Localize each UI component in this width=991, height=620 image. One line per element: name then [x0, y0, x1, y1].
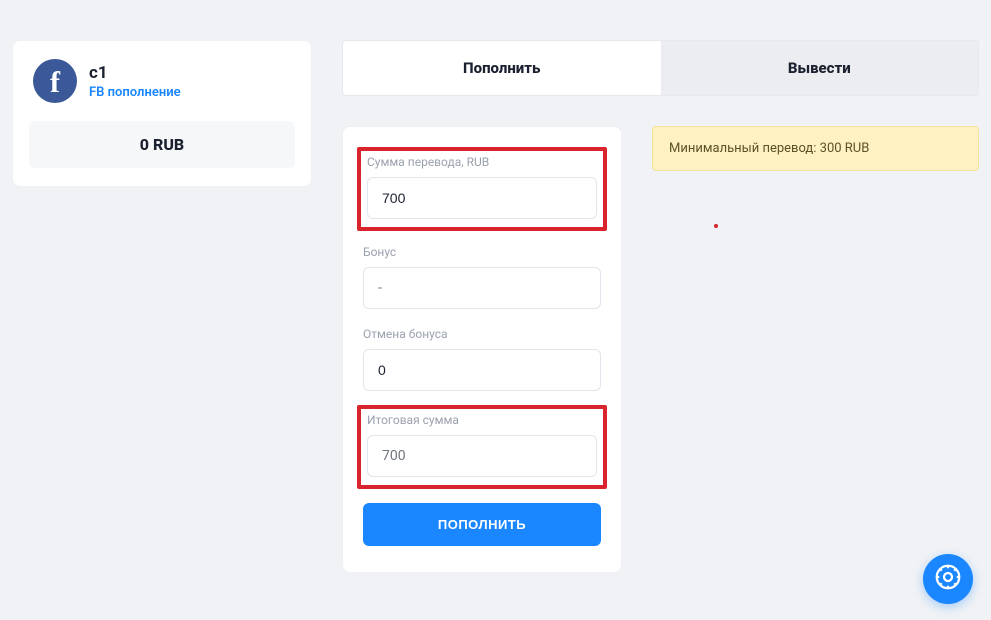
right-column: Минимальный перевод: 300 RUB: [652, 126, 979, 573]
facebook-icon: f: [33, 59, 77, 103]
account-titles: c1 FB пополнение: [89, 63, 181, 100]
total-label: Итоговая сумма: [367, 413, 597, 427]
account-header: f c1 FB пополнение: [29, 59, 295, 103]
facebook-icon-glyph: f: [50, 66, 60, 100]
account-card: f c1 FB пополнение 0 RUB: [12, 40, 312, 187]
amount-field-group: Сумма перевода, RUB: [367, 155, 597, 219]
bonus-cancel-label: Отмена бонуса: [363, 327, 601, 341]
content-row: Сумма перевода, RUB Бонус - Отмена бонус…: [342, 126, 979, 573]
deposit-form: Сумма перевода, RUB Бонус - Отмена бонус…: [342, 126, 622, 573]
bonus-field-group: Бонус -: [363, 245, 601, 309]
bonus-value: -: [363, 267, 601, 309]
tabs: Пополнить Вывести: [342, 40, 979, 96]
tab-deposit[interactable]: Пополнить: [343, 41, 661, 95]
account-subtitle: FB пополнение: [89, 85, 181, 100]
bonus-label: Бонус: [363, 245, 601, 259]
tab-withdraw[interactable]: Вывести: [661, 41, 979, 95]
total-field-group: Итоговая сумма 700: [367, 413, 597, 477]
account-title: c1: [89, 63, 181, 83]
amount-input[interactable]: [367, 177, 597, 219]
submit-button[interactable]: Пополнить: [363, 503, 601, 546]
account-balance: 0 RUB: [29, 121, 295, 168]
min-transfer-notice: Минимальный перевод: 300 RUB: [652, 126, 979, 171]
marker-dot: [714, 224, 718, 228]
main-column: Пополнить Вывести Сумма перевода, RUB Бо…: [342, 40, 979, 573]
bonus-cancel-input[interactable]: [363, 349, 601, 391]
total-highlight: Итоговая сумма 700: [357, 405, 607, 489]
amount-label: Сумма перевода, RUB: [367, 155, 597, 169]
amount-highlight: Сумма перевода, RUB: [357, 147, 607, 231]
bonus-cancel-field-group: Отмена бонуса: [363, 327, 601, 391]
total-value: 700: [367, 435, 597, 477]
settings-button[interactable]: [923, 554, 973, 604]
gear-icon: [933, 562, 963, 596]
